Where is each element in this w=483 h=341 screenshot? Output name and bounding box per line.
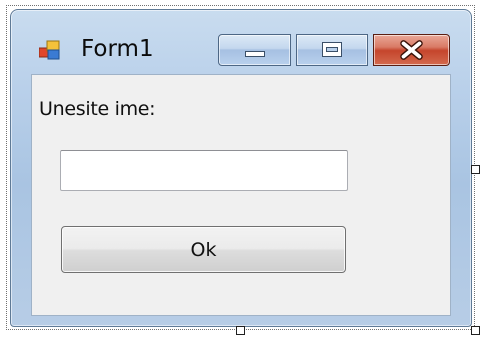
close-button[interactable]: [373, 34, 450, 66]
resize-handle-bottom[interactable]: [236, 326, 245, 335]
resize-handle-bottom-right[interactable]: [471, 326, 480, 335]
maximize-button[interactable]: [296, 34, 368, 66]
name-input[interactable]: [60, 150, 348, 191]
resize-handle-right[interactable]: [471, 165, 480, 174]
designer-canvas: Form1 Unesite ime: Ok: [0, 0, 483, 341]
maximize-icon: [322, 42, 342, 57]
form-app-icon: [39, 40, 60, 60]
name-label: Unesite ime:: [39, 98, 156, 120]
ok-button[interactable]: Ok: [61, 226, 346, 273]
minimize-icon: [245, 51, 265, 57]
close-icon: [400, 40, 423, 60]
title-bar[interactable]: Form1: [11, 10, 471, 72]
window-title: Form1: [81, 36, 154, 62]
minimize-button[interactable]: [218, 34, 291, 66]
